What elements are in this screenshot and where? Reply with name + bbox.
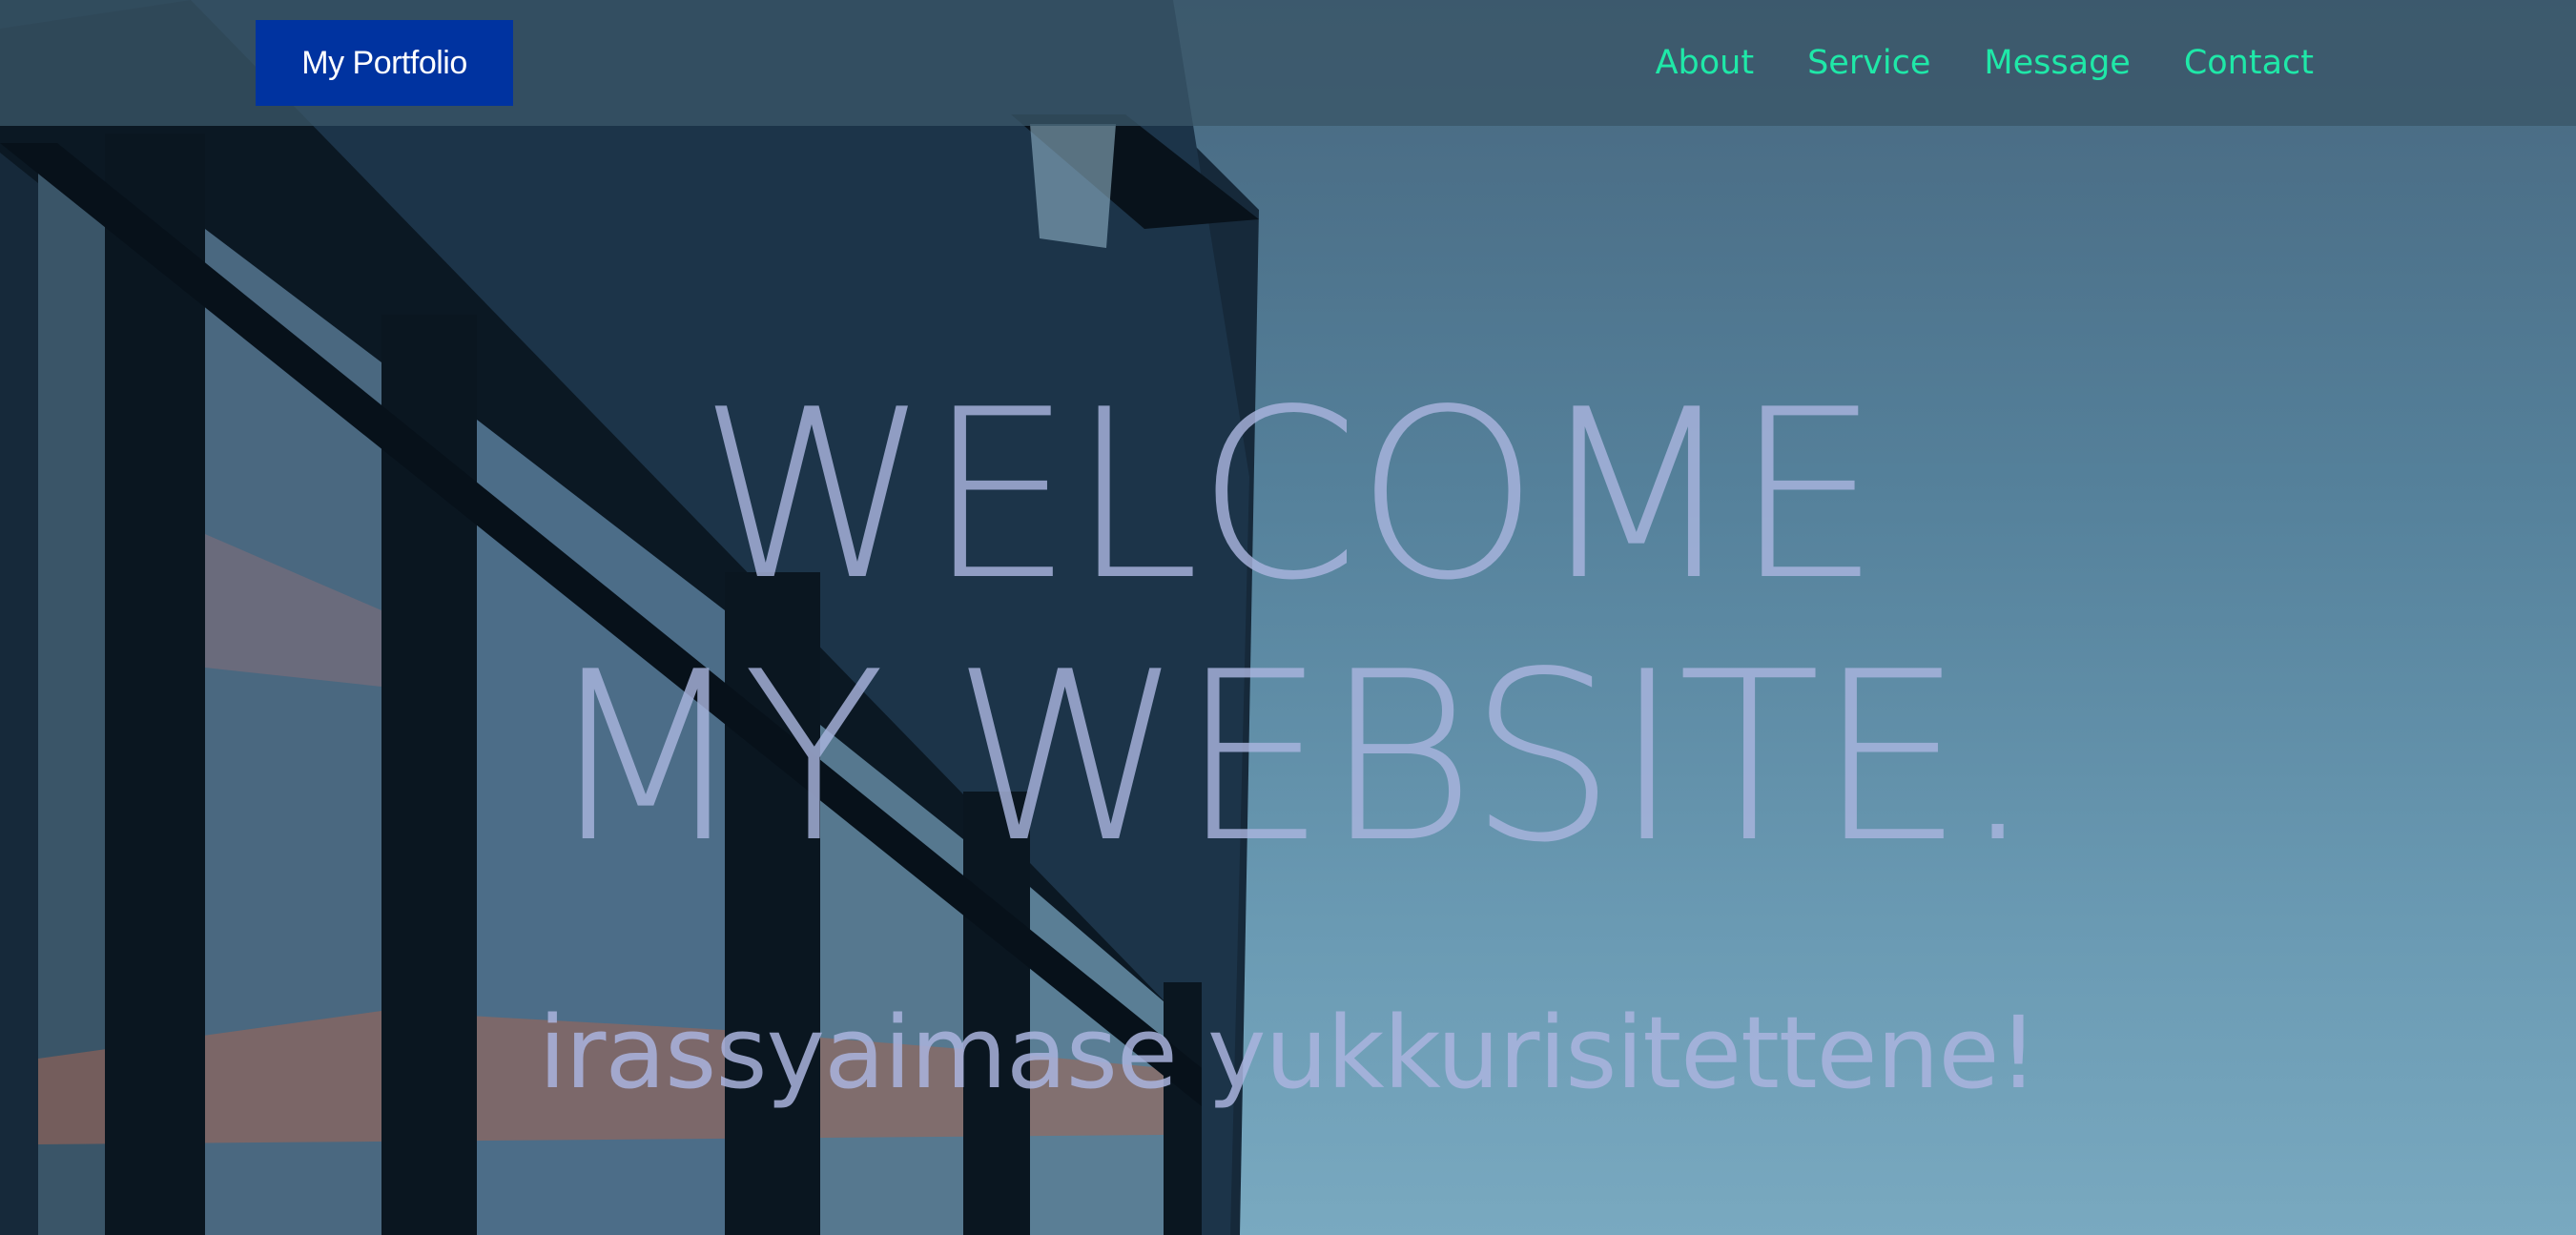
top-navbar: My Portfolio About Service Message Conta…: [0, 0, 2576, 126]
nav-link-contact[interactable]: Contact: [2184, 44, 2314, 82]
hero-title-line-1: WELCOME: [698, 360, 1882, 631]
hero-subtitle: irassyaimase yukkurisitettene!: [538, 995, 2038, 1111]
brand-logo-button[interactable]: My Portfolio: [256, 20, 513, 106]
nav-links: About Service Message Contact: [1656, 0, 2314, 126]
hero-section: My Portfolio About Service Message Conta…: [0, 0, 2576, 1235]
nav-link-service[interactable]: Service: [1807, 44, 1930, 82]
nav-link-message[interactable]: Message: [1984, 44, 2130, 82]
nav-link-about[interactable]: About: [1656, 44, 1754, 82]
hero-title-line-2: MY WEBSITE.: [545, 622, 2034, 894]
